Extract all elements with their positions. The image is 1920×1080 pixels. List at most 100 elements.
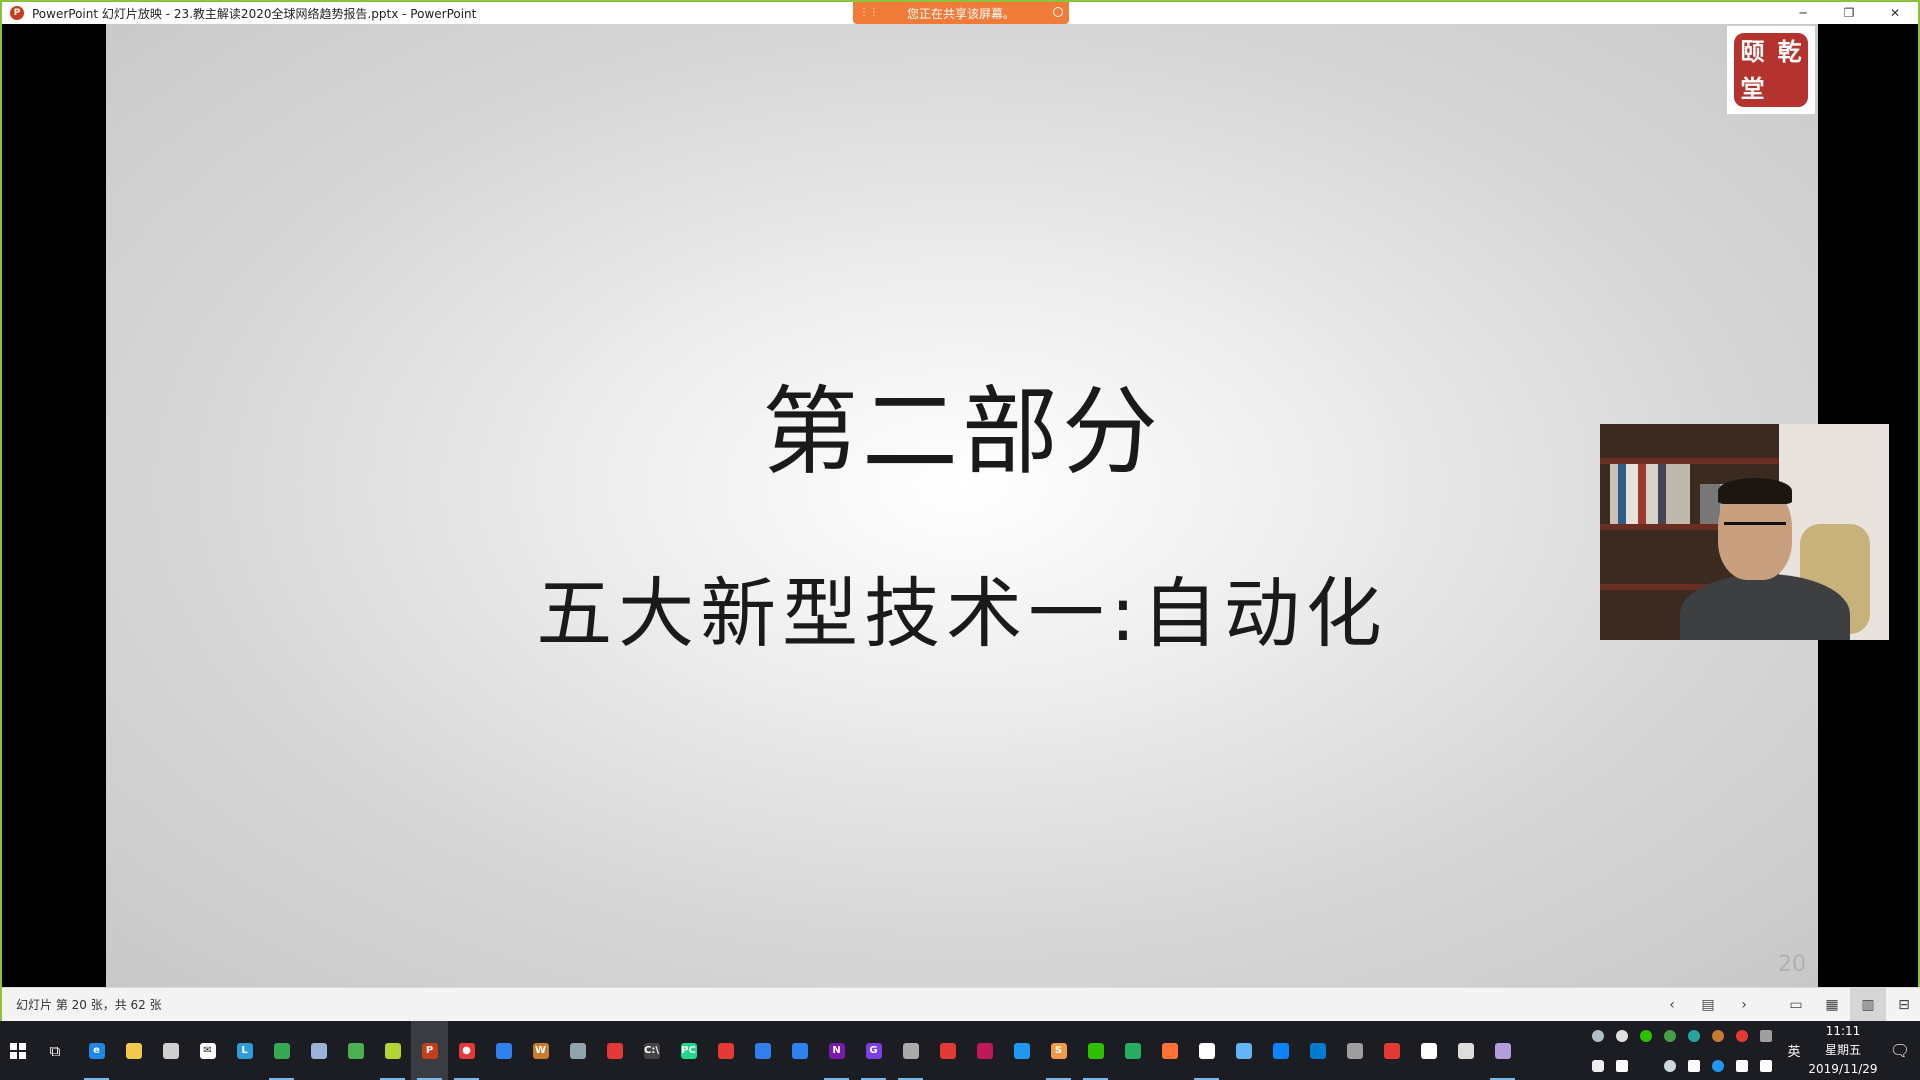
app-7-icon — [347, 1042, 364, 1059]
slideshow-view-button[interactable]: ⊟ — [1886, 988, 1920, 1022]
taskbar-mail-button[interactable]: ✉ — [189, 1021, 226, 1080]
restore-button[interactable]: ❐ — [1826, 2, 1872, 24]
taskbar-vscode-button[interactable] — [1299, 1021, 1336, 1080]
normal-view-button[interactable]: ▭ — [1778, 988, 1814, 1022]
microphone-icon[interactable] — [1592, 1059, 1604, 1072]
bluetooth-icon[interactable] — [1712, 1059, 1724, 1072]
taskbar-chrome-button[interactable] — [263, 1021, 300, 1080]
taskbar-sublime-button[interactable]: S — [1040, 1021, 1077, 1080]
taskbar-app-31-button[interactable] — [1225, 1021, 1262, 1080]
network-icon[interactable] — [1736, 1059, 1748, 1072]
wechat-tray-icon[interactable] — [1640, 1030, 1652, 1042]
taskbar-firefox-button[interactable] — [1151, 1021, 1188, 1080]
taskbar-app-17-button[interactable] — [707, 1021, 744, 1080]
pycharm-icon: PC — [680, 1042, 697, 1059]
taskbar-app-23-button[interactable] — [929, 1021, 966, 1080]
slide-sorter-button[interactable]: ▦ — [1814, 988, 1850, 1022]
screen-share-banner[interactable]: ⋮⋮ 您正在共享该屏幕。 — [853, 2, 1069, 24]
taskbar-app-12-button[interactable]: W — [522, 1021, 559, 1080]
powerpoint-icon: P — [10, 6, 24, 20]
taskbar-app-34-button[interactable] — [1336, 1021, 1373, 1080]
app-30-icon — [1198, 1042, 1215, 1059]
taskbar-powerpoint-button[interactable]: P — [411, 1021, 448, 1080]
webcam-video[interactable] — [1600, 424, 1889, 640]
taskbar-app-38-button[interactable] — [1484, 1021, 1521, 1080]
taskbar-app-11-button[interactable] — [485, 1021, 522, 1080]
firefox-icon — [1161, 1042, 1178, 1059]
taskbar-onedrive-button[interactable] — [1262, 1021, 1299, 1080]
slide-canvas[interactable]: 第二部分 五大新型技术一:自动化 20 — [106, 24, 1818, 987]
record-tray-icon[interactable] — [1736, 1030, 1748, 1042]
clock-weekday: 星期五 — [1824, 1043, 1861, 1057]
volume-icon[interactable] — [1760, 1059, 1772, 1072]
taskbar-wechat-button[interactable] — [1077, 1021, 1114, 1080]
share-banner-text: 您正在共享该屏幕。 — [906, 6, 1015, 21]
taskbar-terminal-button[interactable]: C:\ — [633, 1021, 670, 1080]
taskbar-onenote-button[interactable]: N — [818, 1021, 855, 1080]
stop-share-icon[interactable] — [1053, 7, 1063, 17]
task-view-button[interactable]: ⧉ — [40, 1021, 70, 1080]
start-button[interactable] — [0, 1021, 36, 1080]
shield-icon[interactable] — [1688, 1030, 1700, 1042]
slide-number: 20 — [1778, 952, 1806, 977]
taskbar-app-7-button[interactable] — [337, 1021, 374, 1080]
taskbar-app-13-button[interactable] — [559, 1021, 596, 1080]
taskbar-app-35-button[interactable] — [1373, 1021, 1410, 1080]
taskbar-pycharm-button[interactable]: PC — [670, 1021, 707, 1080]
taskbar-file-explorer-button[interactable] — [115, 1021, 152, 1080]
close-button[interactable]: ✕ — [1872, 2, 1918, 24]
tray-icons — [1586, 1021, 1778, 1080]
slide-counter: 幻灯片 第 20 张，共 62 张 — [16, 998, 162, 1012]
app-22-icon — [902, 1042, 919, 1059]
taskbar-store-button[interactable] — [152, 1021, 189, 1080]
taskbar-edge-button[interactable]: e — [78, 1021, 115, 1080]
next-slide-button[interactable]: › — [1726, 988, 1762, 1022]
taskbar-app-18-button[interactable] — [744, 1021, 781, 1080]
taskbar-calculator-button[interactable] — [1447, 1021, 1484, 1080]
taskbar-app-36-button[interactable] — [1410, 1021, 1447, 1080]
app-17-icon — [717, 1042, 734, 1059]
power-icon[interactable] — [1688, 1059, 1700, 1072]
taskbar-app-record-button[interactable]: ● — [448, 1021, 485, 1080]
system-tray: 英 11:11 星期五 2019/11/29 🗨 — [1586, 1021, 1920, 1080]
taskbar-app-l-button[interactable]: L — [226, 1021, 263, 1080]
battery-icon[interactable] — [1760, 1030, 1772, 1042]
reading-view-button[interactable]: ▥ — [1850, 988, 1886, 1022]
taskbar-app-19-button[interactable] — [781, 1021, 818, 1080]
calculator-icon — [1457, 1042, 1474, 1059]
taskbar-app-21-button[interactable]: G — [855, 1021, 892, 1080]
taskbar-app-22-button[interactable] — [892, 1021, 929, 1080]
app-19-icon — [791, 1042, 808, 1059]
taskbar-app-28-button[interactable] — [1114, 1021, 1151, 1080]
app-38-icon — [1494, 1042, 1511, 1059]
info-icon[interactable] — [1616, 1030, 1628, 1042]
app-13-icon — [569, 1042, 586, 1059]
clock[interactable]: 11:11 星期五 2019/11/29 — [1806, 1021, 1880, 1080]
send-icon[interactable] — [1664, 1030, 1676, 1042]
app-34-icon — [1346, 1042, 1363, 1059]
taskbar-app-8-button[interactable] — [374, 1021, 411, 1080]
file-explorer-icon — [125, 1042, 142, 1059]
app-l-icon: L — [236, 1042, 253, 1059]
app-28-icon — [1124, 1042, 1141, 1059]
taskbar-app-25-button[interactable] — [1003, 1021, 1040, 1080]
w-tray-icon[interactable] — [1712, 1030, 1724, 1042]
taskbar-app-30-button[interactable] — [1188, 1021, 1225, 1080]
input-method-indicator[interactable]: 英 — [1782, 1021, 1806, 1080]
taskbar-app-24-button[interactable] — [966, 1021, 1003, 1080]
slide-menu-button[interactable]: ▤ — [1690, 988, 1726, 1022]
network-app-icon[interactable] — [1664, 1059, 1676, 1072]
cloud-sync-icon[interactable] — [1592, 1030, 1604, 1042]
clock-date: 2019/11/29 — [1808, 1062, 1878, 1076]
powerpoint-icon: P — [421, 1042, 438, 1059]
app-36-icon — [1420, 1042, 1437, 1059]
slide-title: 第二部分 — [762, 376, 1162, 488]
minimize-button[interactable]: ─ — [1780, 2, 1826, 24]
taskbar-app-6-button[interactable] — [300, 1021, 337, 1080]
drag-handle-icon[interactable]: ⋮⋮ — [859, 7, 879, 18]
taskbar-app-14-button[interactable] — [596, 1021, 633, 1080]
terminal-icon: C:\ — [643, 1042, 660, 1059]
previous-slide-button[interactable]: ‹ — [1654, 988, 1690, 1022]
notification-center-icon[interactable]: 🗨 — [1880, 1021, 1920, 1080]
security-tray-icon[interactable] — [1616, 1059, 1628, 1072]
